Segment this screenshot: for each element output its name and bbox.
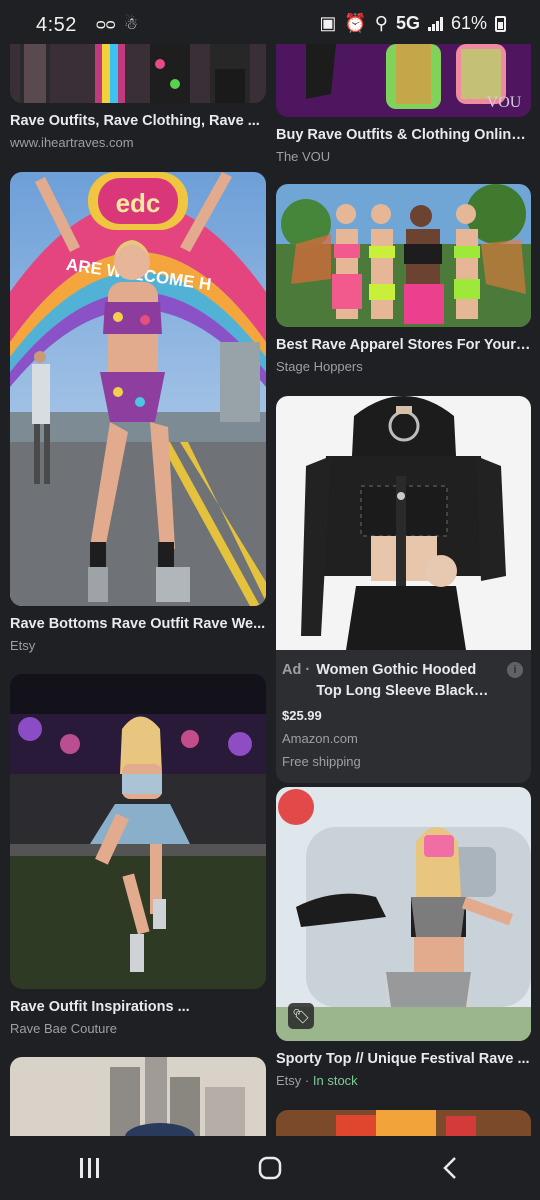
result-title[interactable]: Best Rave Apparel Stores For Your ...: [276, 337, 531, 353]
notification-icon: ☃: [123, 16, 139, 33]
voicemail-icon: ᴑᴑ: [96, 16, 116, 33]
ad-title[interactable]: Women Gothic Hooded Top Long Sleeve Blac…: [316, 660, 523, 702]
status-time: 4:52: [36, 14, 77, 36]
signal-icon: [427, 16, 443, 31]
info-icon[interactable]: i: [507, 662, 523, 678]
price-tag-icon: 🏷: [288, 1003, 314, 1029]
image-result-card[interactable]: Rave Outfit Inspirations ... Rave Bae Co…: [10, 674, 266, 1036]
ad-store: Amazon.com: [282, 731, 358, 746]
back-button[interactable]: [420, 1148, 480, 1188]
status-left-icons: ᴑᴑ ☃: [96, 14, 138, 34]
result-source: Rave Bae Couture: [10, 1021, 117, 1036]
image-result-card[interactable]: [10, 1057, 266, 1147]
ad-price: $25.99: [282, 708, 322, 723]
result-thumbnail[interactable]: [276, 184, 531, 327]
recents-icon: [80, 1158, 99, 1178]
image-result-card[interactable]: Rave Outfits, Rave Clothing, Rave ... ww…: [10, 44, 266, 150]
result-source: The VOU: [276, 149, 331, 164]
result-source-line: Etsy · In stock: [276, 1073, 358, 1088]
vou-watermark: VOU: [487, 94, 522, 111]
result-title[interactable]: Rave Outfits, Rave Clothing, Rave ...: [10, 113, 266, 129]
result-thumbnail[interactable]: edc ARE WELCOME H: [10, 172, 266, 606]
edc-logo-text: edc: [116, 188, 161, 218]
result-thumbnail[interactable]: [10, 44, 266, 103]
image-result-card[interactable]: [276, 1110, 531, 1137]
product-thumbnail[interactable]: [276, 396, 531, 650]
result-thumbnail[interactable]: VOU: [276, 44, 531, 117]
alarm-icon: ⏰: [344, 13, 367, 33]
network-label: 5G: [395, 13, 420, 33]
system-navigation-bar: [0, 1136, 540, 1200]
home-button[interactable]: [240, 1148, 300, 1188]
battery-icon: [495, 15, 506, 32]
ad-label: Ad ·: [282, 662, 311, 678]
status-bar: 4:52 ᴑᴑ ☃ ▣ ⏰ ⚲ 5G 61%: [0, 0, 540, 44]
image-result-card[interactable]: VOU Buy Rave Outfits & Clothing Online..…: [276, 44, 531, 164]
result-thumbnail[interactable]: [10, 674, 266, 989]
recents-button[interactable]: [60, 1148, 120, 1188]
result-title[interactable]: Rave Bottoms Rave Outfit Rave We...: [10, 616, 266, 632]
result-thumbnail[interactable]: [276, 1110, 531, 1137]
back-icon: [443, 1157, 456, 1179]
result-source: www.iheartraves.com: [10, 135, 134, 150]
image-result-card[interactable]: 🏷 Sporty Top // Unique Festival Rave ...…: [276, 787, 531, 1088]
ad-heading[interactable]: Ad · Women Gothic Hooded Top Long Sleeve…: [282, 660, 523, 702]
home-icon: [258, 1156, 282, 1180]
ad-result-card[interactable]: Ad · Women Gothic Hooded Top Long Sleeve…: [276, 396, 531, 783]
result-title[interactable]: Buy Rave Outfits & Clothing Online...: [276, 127, 531, 143]
image-result-card[interactable]: Best Rave Apparel Stores For Your ... St…: [276, 184, 531, 374]
ad-shipping: Free shipping: [282, 754, 361, 769]
battery-percent: 61%: [450, 13, 487, 33]
result-title[interactable]: Rave Outfit Inspirations ...: [10, 999, 266, 1015]
photo-icon: ▣: [319, 13, 337, 33]
ad-details: Ad · Women Gothic Hooded Top Long Sleeve…: [276, 650, 531, 783]
result-source: Stage Hoppers: [276, 359, 363, 374]
image-result-card[interactable]: edc ARE WELCOME H Rave Bottoms Rave Outf…: [10, 172, 266, 653]
result-thumbnail[interactable]: 🏷: [276, 787, 531, 1041]
result-source: Etsy: [276, 1073, 302, 1088]
result-title[interactable]: Sporty Top // Unique Festival Rave ...: [276, 1051, 531, 1067]
result-thumbnail[interactable]: [10, 1057, 266, 1147]
location-icon: ⚲: [374, 13, 388, 33]
stock-status: In stock: [312, 1073, 358, 1088]
status-right-icons: ▣ ⏰ ⚲ 5G 61%: [319, 13, 506, 34]
result-source: Etsy: [10, 638, 36, 653]
